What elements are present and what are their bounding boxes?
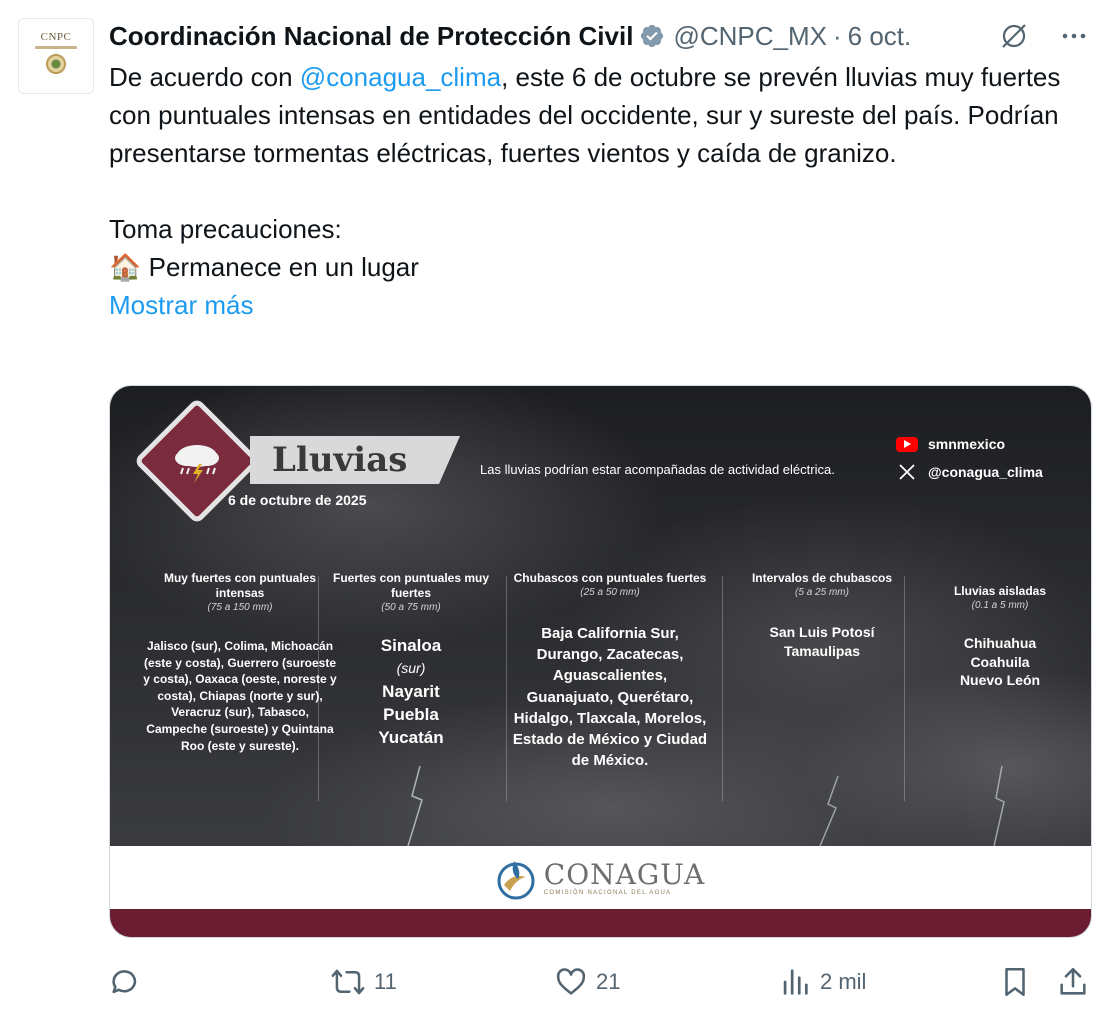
retweet-icon: [331, 969, 365, 995]
column-range: (5 a 25 mm): [795, 587, 849, 598]
column-body: Chihuahua Coahuila Nuevo León: [916, 634, 1084, 690]
heart-icon: [556, 968, 586, 995]
column-range: (75 a 150 mm): [207, 602, 273, 613]
lightning-bolt-1: [407, 766, 423, 846]
media-footer: CONAGUA COMISIÓN NACIONAL DEL AGUA: [110, 846, 1091, 909]
media-date: 6 de octubre de 2025: [228, 492, 367, 508]
column-body: Baja California Sur, Durango, Zacatecas,…: [512, 625, 708, 770]
state-chihuahua: Chihuahua: [963, 635, 1037, 651]
social-handles: smnmexico @conagua_clima: [896, 430, 1043, 486]
youtube-handle: smnmexico: [928, 436, 1006, 452]
conagua-subtitle: COMISIÓN NACIONAL DEL AGUA: [543, 889, 672, 896]
reply-button[interactable]: [108, 960, 150, 1004]
column-range: (25 a 50 mm): [580, 587, 640, 598]
conagua-logo: CONAGUA COMISIÓN NACIONAL DEL AGUA: [543, 857, 706, 896]
views-chart-icon: [783, 969, 808, 995]
bookmark-icon: [1005, 967, 1025, 997]
tweet-actions: 11 21 2 mil: [108, 960, 1093, 1004]
verified-badge-icon[interactable]: [639, 23, 665, 49]
avatar-text: CNPC: [40, 31, 72, 43]
column-divider: [904, 576, 905, 801]
precautions-line: Toma precauciones:: [109, 214, 342, 244]
state-tamaulipas: Tamaulipas: [784, 643, 860, 659]
avatar-rule: [35, 46, 77, 49]
column-chubascos: Chubascos con puntuales fuertes (25 a 50…: [510, 571, 710, 771]
media-note: Las lluvias podrían estar acompañadas de…: [480, 462, 835, 477]
display-name[interactable]: Coordinación Nacional de Protección Civi…: [109, 21, 633, 52]
state-coahuila: Coahuila: [970, 653, 1030, 670]
conagua-name: CONAGUA: [543, 857, 706, 891]
views-button[interactable]: 2 mil: [778, 960, 866, 1004]
bullet-text: Permanece en un lugar: [148, 252, 419, 282]
column-fuertes: Fuertes con puntuales muy fuertes (50 a …: [332, 571, 490, 749]
lightning-bolt-2: [819, 776, 839, 846]
x-row: @conagua_clima: [896, 458, 1043, 486]
tweet-text: De acuerdo con @conagua_clima, este 6 de…: [109, 58, 1089, 324]
column-heading: Intervalos de chubascos: [751, 571, 893, 585]
avatar[interactable]: CNPC: [18, 18, 94, 94]
conagua-logo-icon: [497, 860, 535, 899]
footer-bar: [110, 909, 1091, 937]
x-handle: @conagua_clima: [928, 464, 1043, 480]
youtube-icon: [896, 436, 918, 452]
column-body: Sinaloa (sur) Nayarit Puebla Yucatán: [332, 634, 490, 749]
separator-dot: ·: [832, 20, 842, 51]
show-more-link[interactable]: Mostrar más: [109, 290, 253, 320]
mention-link[interactable]: @conagua_clima: [300, 62, 501, 92]
retweet-count: 11: [374, 969, 397, 994]
lightning-bolt-3: [993, 766, 1005, 846]
state-nuevo-leon: Nuevo León: [959, 672, 1041, 688]
house-icon: 🏠: [109, 252, 142, 282]
state-nayarit: Nayarit: [382, 682, 440, 701]
reply-icon: [112, 970, 137, 994]
column-heading: Fuertes con puntuales muy fuertes: [332, 571, 490, 600]
media-image[interactable]: Lluvias 6 de octubre de 2025 Las lluvias…: [109, 385, 1092, 938]
more-icon[interactable]: [1058, 20, 1090, 52]
share-icon: [1060, 967, 1086, 995]
column-range: (0.1 a 5 mm): [971, 600, 1029, 611]
views-count: 2 mil: [820, 969, 867, 994]
state-puebla: Puebla: [383, 705, 439, 724]
tweet-date[interactable]: 6 oct.: [848, 21, 912, 52]
handle[interactable]: @CNPC_MX: [673, 21, 827, 52]
state-slp: San Luis Potosí: [769, 624, 875, 640]
grok-icon[interactable]: [998, 20, 1030, 52]
media-title: Lluvias: [272, 440, 408, 480]
youtube-row: smnmexico: [896, 430, 1043, 458]
seal-icon: [46, 54, 66, 74]
bullet-line: 🏠 Permanece en un lugar: [109, 248, 1089, 286]
column-divider: [722, 576, 723, 801]
x-logo-icon: [896, 464, 918, 480]
tweet-text-start: De acuerdo con: [109, 62, 300, 92]
column-divider: [506, 576, 507, 801]
column-body: San Luis Potosí Tamaulipas: [734, 623, 910, 661]
state-note: (sur): [396, 660, 426, 676]
bookmark-button[interactable]: [998, 960, 1032, 1004]
tweet-header: Coordinación Nacional de Protección Civi…: [109, 18, 1100, 54]
column-body: Jalisco (sur), Colima, Michoacán (este y…: [143, 639, 337, 753]
column-heading: Lluvias aisladas: [953, 584, 1047, 598]
share-button[interactable]: [1056, 960, 1090, 1004]
column-heading: Chubascos con puntuales fuertes: [513, 571, 707, 585]
tweet-paragraph: De acuerdo con @conagua_clima, este 6 de…: [109, 58, 1089, 172]
like-count: 21: [596, 969, 621, 994]
header-actions: [998, 18, 1090, 54]
column-intervalos: Intervalos de chubascos (5 a 25 mm) San …: [734, 571, 910, 661]
column-range: (50 a 75 mm): [381, 602, 441, 613]
column-aisladas: Lluvias aisladas (0.1 a 5 mm) Chihuahua …: [916, 584, 1084, 690]
retweet-button[interactable]: 11: [330, 960, 397, 1004]
state-yucatan: Yucatán: [378, 728, 444, 747]
column-heading: Muy fuertes con puntuales intensas: [163, 571, 317, 600]
column-divider: [318, 576, 319, 801]
column-muy-fuertes: Muy fuertes con puntuales intensas (75 a…: [142, 571, 338, 754]
like-button[interactable]: 21: [554, 960, 620, 1004]
state-sinaloa: Sinaloa: [380, 636, 442, 655]
